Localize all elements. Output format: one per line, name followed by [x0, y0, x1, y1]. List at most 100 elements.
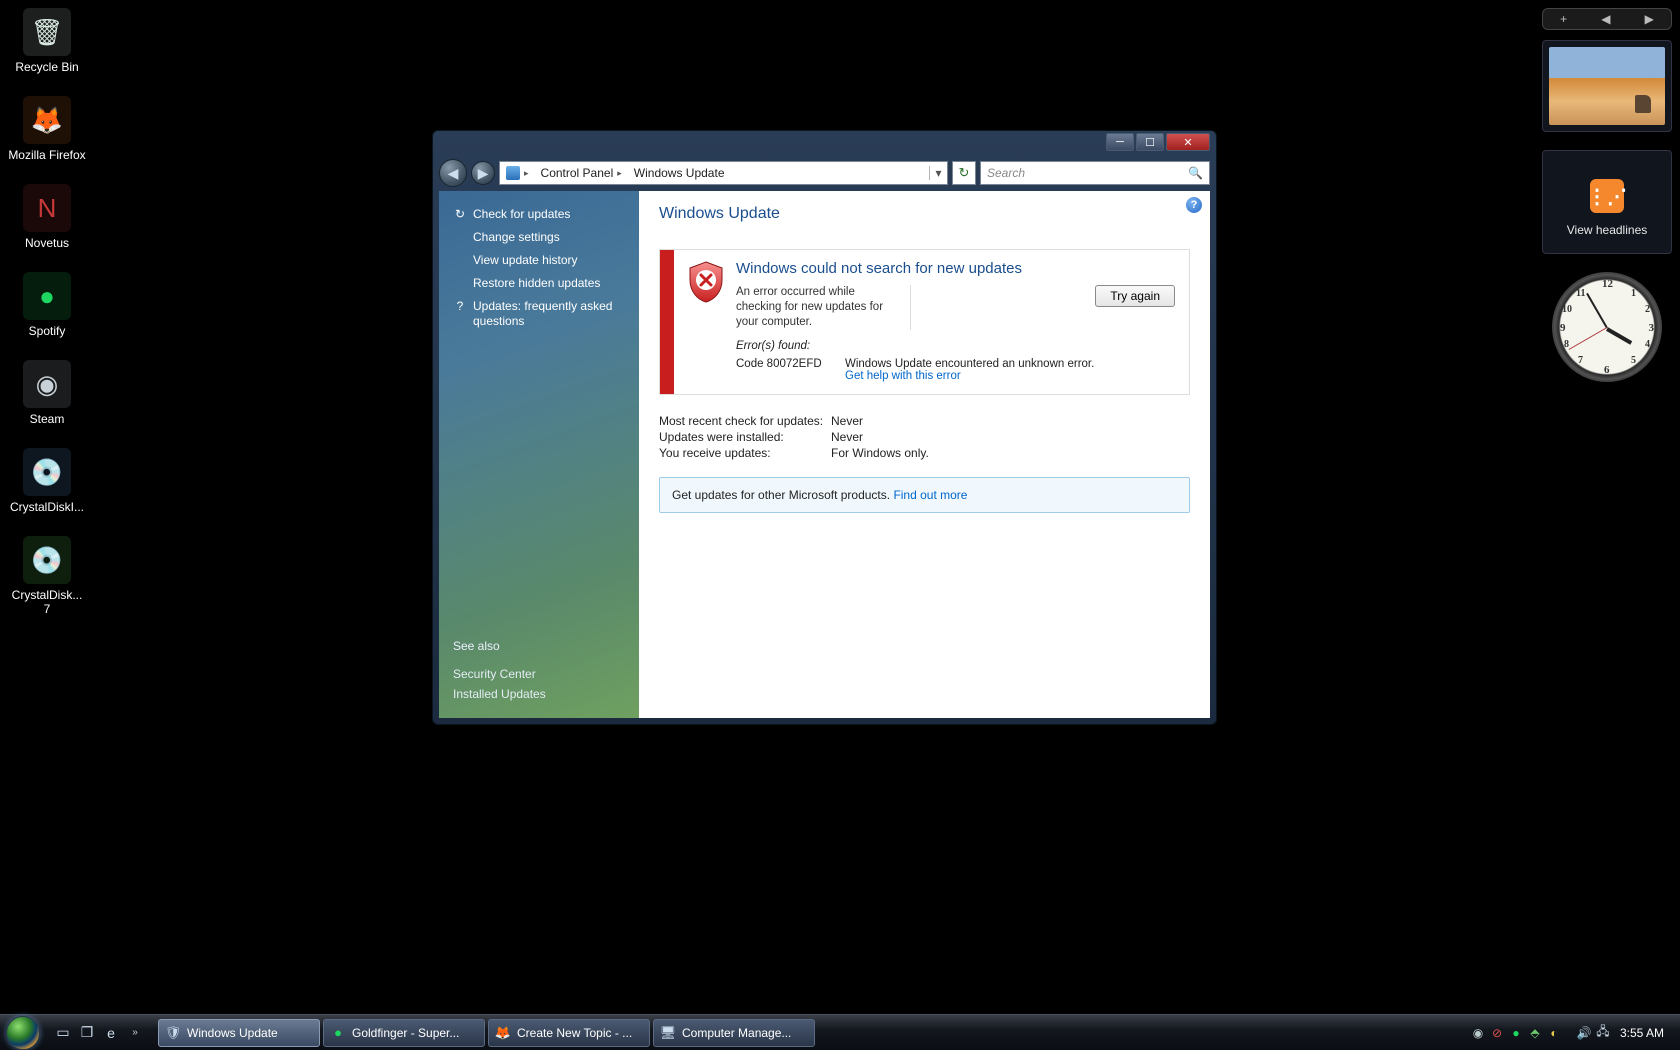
taskbar-task-computer-mgmt[interactable]: 🖥 Computer Manage... [653, 1019, 815, 1047]
desktop-icon-spotify[interactable]: ●Spotify [8, 272, 86, 338]
get-help-link[interactable]: Get help with this error [845, 370, 961, 382]
sidebar-item-label: View update history [473, 253, 578, 268]
error-message: An error occurred while checking for new… [736, 285, 911, 330]
desktop-icon-steam[interactable]: ◉Steam [8, 360, 86, 426]
see-also-security-center[interactable]: Security Center [453, 664, 625, 684]
sidebar-item-icon [453, 253, 467, 268]
maximize-button[interactable]: ☐ [1136, 133, 1164, 151]
taskbar-task-windows-update[interactable]: 🛡Windows Update [158, 1019, 320, 1047]
sidebar-item-label: Change settings [473, 230, 560, 245]
desktop-icon-crystaldiskinfo7[interactable]: 💿CrystalDisk... 7 [8, 536, 86, 616]
task-label: Create New Topic - ... [517, 1026, 632, 1040]
desktop-icon-recycle-bin[interactable]: 🗑 Recycle Bin [8, 8, 86, 74]
gadget-prev-icon[interactable]: ◀ [1601, 12, 1610, 26]
refresh-button[interactable]: ↻ [952, 161, 976, 185]
tray-network-icon[interactable]: 🖧 [1595, 1025, 1611, 1041]
desktop-icon-crystaldiskinfo[interactable]: 💿 CrystalDiskI... [8, 448, 86, 514]
crystaldiskinfo-icon: 💿 [23, 448, 71, 496]
info-text: Get updates for other Microsoft products… [672, 488, 893, 502]
tray-volume-icon[interactable]: 🔊 [1576, 1025, 1592, 1041]
breadcrumb-root[interactable]: Control Panel [541, 166, 614, 180]
sidebar-item-label: Updates: frequently asked questions [473, 299, 625, 329]
status-label: Updates were installed: [659, 430, 831, 444]
page-title: Windows Update [659, 205, 1190, 223]
rss-icon: ⋮⋰ [1590, 179, 1624, 213]
crystaldiskinfo7-icon: 💿 [23, 536, 71, 584]
taskbar-task-spotify-playing[interactable]: ● Goldfinger - Super... [323, 1019, 485, 1047]
gadget-controls[interactable]: + ◀ ▶ [1542, 8, 1672, 30]
firefox-icon: 🦊 [23, 96, 71, 144]
desktop-icon-label: Recycle Bin [8, 60, 86, 74]
tray-spotify-icon[interactable]: ● [1508, 1025, 1524, 1041]
windows-update-window: ─ ☐ ✕ ◀ ▶ ▸ Control Panel▸ Windows Updat… [432, 130, 1217, 725]
sidebar-item-label: Restore hidden updates [473, 276, 600, 291]
gadget-slideshow[interactable] [1542, 40, 1672, 132]
task-icon: 🦊 [495, 1025, 511, 1041]
breadcrumb[interactable]: ▸ Control Panel▸ Windows Update ▾ [499, 161, 948, 185]
status-label: You receive updates: [659, 446, 831, 460]
start-button[interactable] [0, 1015, 46, 1050]
recycle-bin-icon: 🗑 [23, 8, 71, 56]
sidebar-item-icon [453, 230, 467, 245]
breadcrumb-leaf[interactable]: Windows Update [634, 166, 725, 180]
quicklaunch-switch-windows[interactable]: ❐ [76, 1021, 98, 1045]
search-placeholder: Search [987, 166, 1025, 180]
slideshow-image [1549, 47, 1665, 125]
task-label: Goldfinger - Super... [352, 1026, 459, 1040]
search-icon[interactable]: 🔍 [1188, 166, 1203, 180]
sidebar-item[interactable]: ?Updates: frequently asked questions [453, 295, 625, 333]
minimize-button[interactable]: ─ [1106, 133, 1134, 151]
gadget-next-icon[interactable]: ▶ [1645, 12, 1654, 26]
quicklaunch-ie[interactable]: e [100, 1021, 122, 1045]
task-icon: ● [330, 1025, 346, 1041]
gadget-add-icon[interactable]: + [1560, 12, 1567, 26]
sidebar-item-icon [453, 276, 467, 291]
desktop-icon-novetus[interactable]: NNovetus [8, 184, 86, 250]
desktop-icon-label: Mozilla Firefox [8, 148, 86, 162]
breadcrumb-dropdown-icon[interactable]: ▾ [929, 166, 947, 180]
tray-error-icon[interactable]: ⊘ [1489, 1025, 1505, 1041]
feed-headlines-link[interactable]: View headlines [1549, 223, 1665, 237]
tray-steam-icon[interactable]: ◉ [1470, 1025, 1486, 1041]
taskbar-task-firefox-topic[interactable]: 🦊 Create New Topic - ... [488, 1019, 650, 1047]
start-orb-icon [6, 1016, 40, 1050]
status-value: Never [831, 414, 863, 428]
tray-update-icon[interactable]: ◐ [1546, 1025, 1562, 1041]
steam-icon: ◉ [23, 360, 71, 408]
errors-found-label: Error(s) found: [736, 340, 1175, 352]
desktop-icon-firefox[interactable]: 🦊 Mozilla Firefox [8, 96, 86, 162]
gadget-clock[interactable]: 12 3 6 9 1 2 4 5 7 8 10 11 [1552, 272, 1662, 382]
tray-security-icon[interactable]: ⬘ [1527, 1025, 1543, 1041]
quicklaunch-show-desktop[interactable]: ▭ [52, 1021, 74, 1045]
status-label: Most recent check for updates: [659, 414, 831, 428]
help-icon[interactable]: ? [1186, 197, 1202, 213]
error-description: Windows Update encountered an unknown er… [845, 358, 1094, 370]
status-value: Never [831, 430, 863, 444]
task-label: Windows Update [187, 1026, 278, 1040]
sidebar-item[interactable]: ↻Check for updates [453, 203, 625, 226]
quicklaunch-overflow[interactable]: » [124, 1021, 146, 1045]
content-pane: ? Windows Update Windows could not searc… [639, 191, 1210, 718]
desktop-icon-label: Spotify [8, 324, 86, 338]
sidebar-item-icon: ↻ [453, 207, 467, 222]
error-title: Windows could not search for new updates [736, 260, 1175, 277]
sidebar-item-icon: ? [453, 299, 467, 329]
see-also-installed-updates[interactable]: Installed Updates [453, 684, 625, 704]
taskbar-clock[interactable]: 3:55 AM [1614, 1026, 1670, 1040]
sidebar-item[interactable]: Change settings [453, 226, 625, 249]
shield-error-icon [686, 260, 726, 304]
back-button[interactable]: ◀ [439, 159, 467, 187]
forward-button[interactable]: ▶ [471, 161, 495, 185]
try-again-button[interactable]: Try again [1095, 285, 1175, 307]
find-out-more-link[interactable]: Find out more [893, 488, 967, 502]
close-button[interactable]: ✕ [1166, 133, 1210, 151]
error-severity-bar [660, 250, 674, 394]
task-icon: 🖥 [660, 1025, 676, 1041]
search-input[interactable]: Search 🔍 [980, 161, 1210, 185]
sidebar-item[interactable]: Restore hidden updates [453, 272, 625, 295]
task-label: Computer Manage... [682, 1026, 791, 1040]
gadget-feed[interactable]: ⋮⋰ View headlines [1542, 150, 1672, 254]
sidebar-item[interactable]: View update history [453, 249, 625, 272]
desktop-icon-label: Novetus [8, 236, 86, 250]
desktop-icon-label: CrystalDiskI... [8, 500, 86, 514]
